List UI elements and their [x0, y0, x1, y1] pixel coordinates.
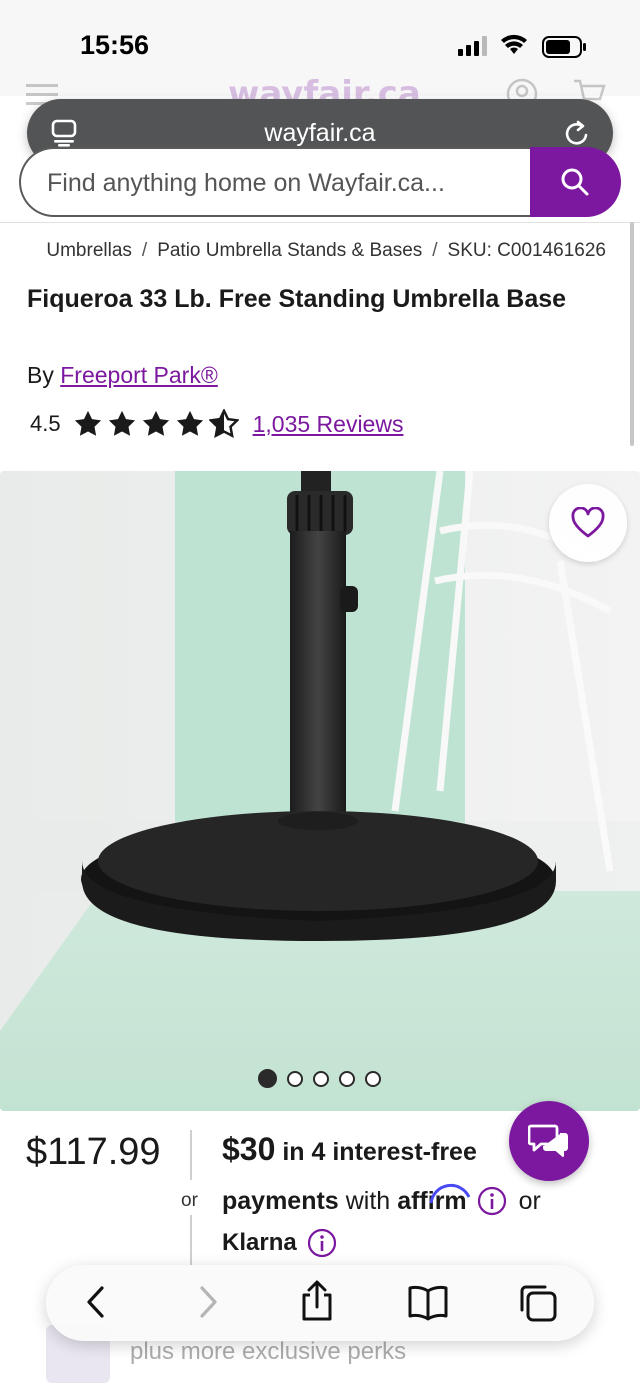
breadcrumb-item-stands-bases[interactable]: Patio Umbrella Stands & Bases — [157, 240, 422, 262]
klarna-line: Klarna — [222, 1228, 337, 1258]
chat-icon — [528, 1124, 568, 1157]
product-image[interactable] — [0, 471, 640, 1111]
star-icon — [108, 410, 135, 436]
star-icon — [142, 410, 169, 436]
star-icon — [74, 410, 101, 436]
forward-icon[interactable] — [196, 1283, 220, 1321]
bookmarks-icon[interactable] — [407, 1283, 449, 1321]
search-input[interactable]: Find anything home on Wayfair.ca... — [19, 147, 559, 217]
pagination-dot-2[interactable] — [287, 1070, 303, 1087]
status-time: 15:56 — [80, 30, 150, 60]
header-divider — [0, 222, 640, 223]
or-after-affirm: or — [518, 1186, 541, 1215]
perks-text: plus more exclusive perks — [130, 1338, 407, 1365]
price-divider — [190, 1130, 192, 1180]
heart-icon — [571, 507, 605, 538]
back-icon[interactable] — [84, 1283, 108, 1321]
battery-icon — [542, 36, 586, 58]
product-title: Fiqueroa 33 Lb. Free Standing Umbrella B… — [27, 285, 567, 313]
breadcrumb: Umbrellas / Patio Umbrella Stands & Bases /… — [0, 240, 640, 264]
star-rating — [73, 409, 239, 439]
breadcrumb-separator: / — [141, 240, 148, 261]
pagination-dot-4[interactable] — [339, 1070, 355, 1087]
wifi-icon — [501, 34, 527, 54]
reviews-link[interactable]: 1,035 Reviews — [253, 411, 404, 438]
info-icon[interactable] — [307, 1228, 337, 1258]
breadcrumb-separator: / — [432, 240, 438, 261]
favorite-button[interactable] — [549, 484, 627, 562]
price-divider — [190, 1215, 192, 1265]
reload-icon[interactable] — [563, 118, 591, 148]
search-bar: Find anything home on Wayfair.ca... — [19, 147, 621, 217]
payments-word: payments — [222, 1186, 339, 1215]
with-text: with — [345, 1186, 391, 1215]
image-pagination — [258, 1069, 381, 1088]
browser-toolbar — [46, 1265, 594, 1341]
affirm-line: payments with affirm or — [222, 1183, 541, 1216]
breadcrumb-sku: SKU: C001461626 — [447, 240, 606, 261]
url-text: wayfair.ca — [264, 119, 376, 147]
brand-line: By Freeport Park® — [27, 362, 218, 389]
pagination-dot-3[interactable] — [313, 1070, 329, 1087]
cellular-signal-icon — [458, 36, 487, 56]
affirm-logo: affirm — [397, 1183, 471, 1216]
search-button[interactable] — [530, 147, 621, 217]
breadcrumb-item-umbrellas[interactable]: Umbrellas — [46, 240, 132, 262]
installment-text: $30 in 4 interest-free — [222, 1131, 477, 1168]
umbrella-base-photo — [0, 471, 640, 1111]
tabs-icon[interactable] — [518, 1283, 558, 1323]
info-icon[interactable] — [477, 1186, 507, 1216]
scroll-indicator — [630, 222, 634, 446]
rating-row: 4.5 1,035 Reviews — [30, 406, 403, 442]
share-icon[interactable] — [299, 1279, 335, 1323]
rating-number: 4.5 — [30, 411, 61, 436]
klarna-logo: Klarna — [222, 1229, 297, 1256]
search-icon — [561, 168, 589, 196]
installment-amount: $30 — [222, 1131, 276, 1167]
pagination-dot-1[interactable] — [258, 1069, 277, 1088]
star-icon — [176, 410, 203, 436]
installment-label: in 4 interest-free — [282, 1138, 477, 1166]
or-label: or — [181, 1190, 198, 1211]
chat-button[interactable] — [509, 1101, 589, 1181]
price: $117.99 — [26, 1131, 161, 1173]
affirm-arc-icon — [429, 1183, 471, 1203]
pagination-dot-5[interactable] — [365, 1070, 381, 1087]
brand-link[interactable]: Freeport Park® — [60, 362, 218, 388]
half-star-icon — [208, 409, 239, 439]
by-label: By — [27, 362, 54, 388]
